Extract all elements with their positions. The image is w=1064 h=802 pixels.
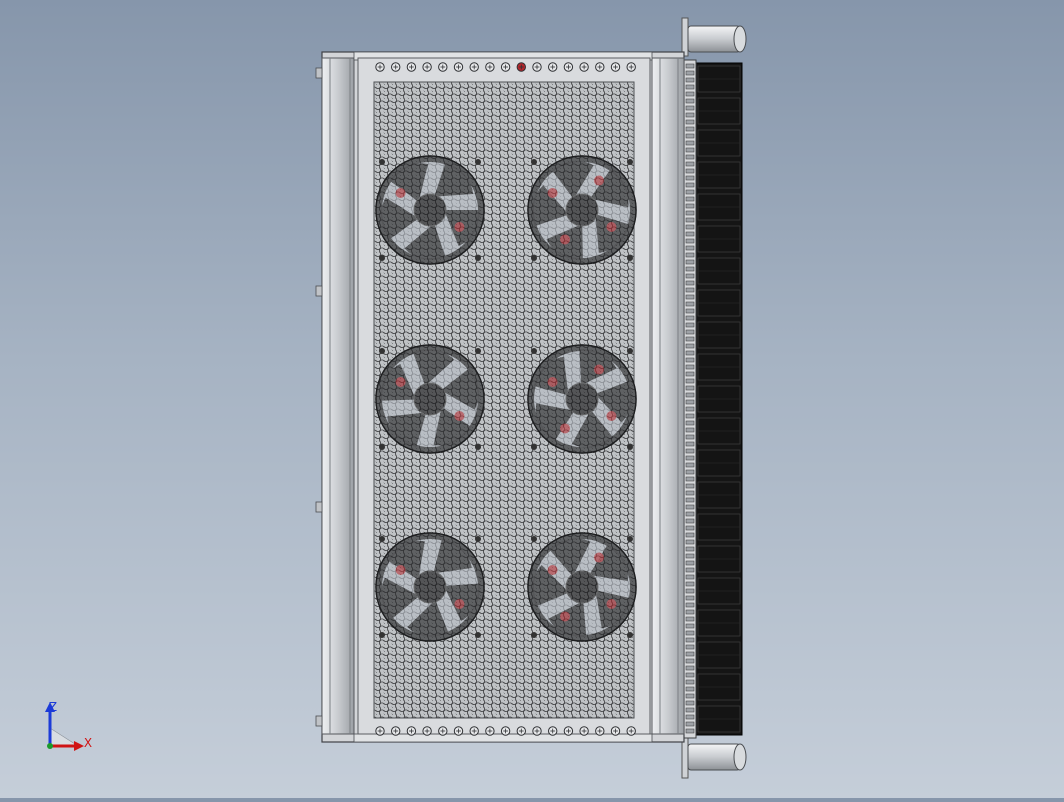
connector-strip xyxy=(683,59,697,739)
x-axis-label: X xyxy=(84,736,92,750)
origin-point-icon xyxy=(47,743,53,749)
z-axis-label: Z xyxy=(49,700,57,714)
model-render[interactable] xyxy=(0,0,1064,798)
heatsink xyxy=(695,62,743,736)
x-axis-arrowhead-icon xyxy=(74,741,84,751)
handle-top xyxy=(681,17,747,57)
handle-bottom xyxy=(681,737,747,779)
orientation-triad[interactable]: Z X xyxy=(40,698,100,758)
cad-viewport[interactable]: Z X xyxy=(0,0,1064,798)
